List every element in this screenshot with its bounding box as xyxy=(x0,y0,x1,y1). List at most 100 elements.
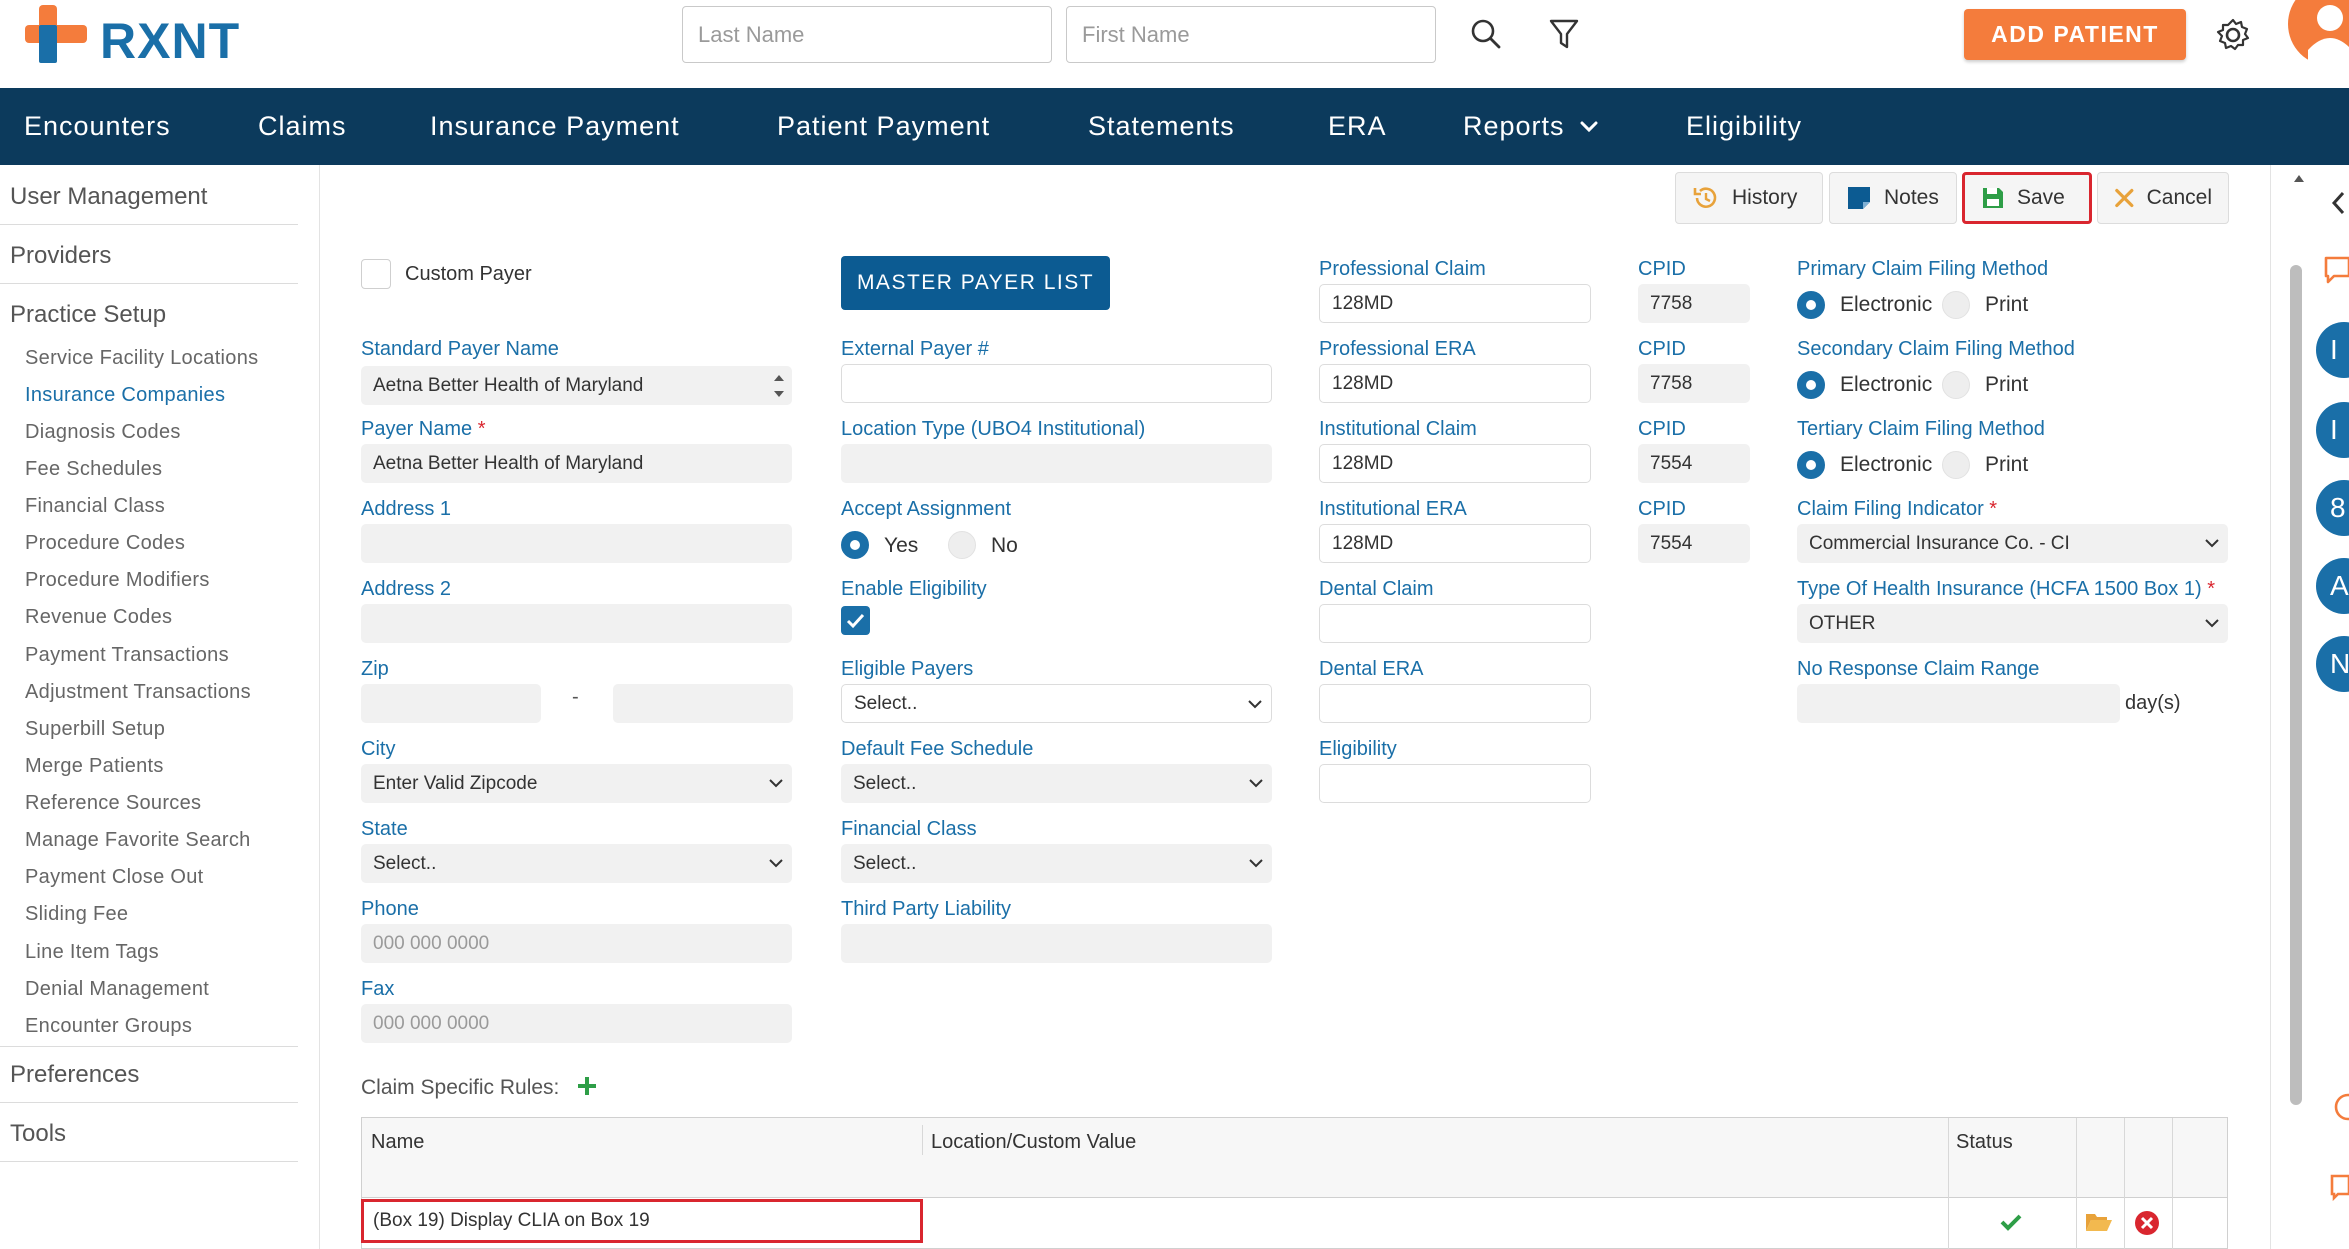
default-fee-schedule-select[interactable]: Select.. xyxy=(841,764,1272,803)
sidebar-item-insurance-companies[interactable]: Insurance Companies xyxy=(25,384,225,407)
spinner-icon[interactable] xyxy=(772,370,786,402)
cancel-button[interactable]: Cancel xyxy=(2097,172,2229,224)
sidebar-item-payment-close-out[interactable]: Payment Close Out xyxy=(25,866,204,889)
avatar[interactable] xyxy=(2272,0,2349,66)
phone-field[interactable]: 000 000 0000 xyxy=(361,924,792,963)
sidebar-group-preferences[interactable]: Preferences xyxy=(10,1061,139,1089)
state-select[interactable]: Select.. xyxy=(361,844,792,883)
sidebar-item-procedure-modifiers[interactable]: Procedure Modifiers xyxy=(25,569,210,592)
nav-reports[interactable]: Reports xyxy=(1463,88,1599,165)
nav-era[interactable]: ERA xyxy=(1328,88,1387,165)
support-icon[interactable] xyxy=(2326,1090,2349,1124)
sidebar-item-manage-favorite-search[interactable]: Manage Favorite Search xyxy=(25,829,251,852)
save-button[interactable]: Save xyxy=(1962,172,2092,224)
professional-era-field[interactable]: 128MD xyxy=(1319,364,1591,403)
nav-eligibility[interactable]: Eligibility xyxy=(1686,88,1802,165)
nav-patient-payment[interactable]: Patient Payment xyxy=(777,88,990,165)
sidebar-item-revenue-codes[interactable]: Revenue Codes xyxy=(25,606,172,629)
eligible-payers-select[interactable]: Select.. xyxy=(841,684,1272,723)
sidebar-item-merge-patients[interactable]: Merge Patients xyxy=(25,755,164,778)
sidebar-item-payment-transactions[interactable]: Payment Transactions xyxy=(25,644,229,667)
sidebar-item-procedure-codes[interactable]: Procedure Codes xyxy=(25,532,185,555)
professional-era-cpid[interactable]: 7758 xyxy=(1638,364,1750,403)
sidebar-item-encounter-groups[interactable]: Encounter Groups xyxy=(25,1015,192,1038)
third-party-liability-field[interactable] xyxy=(841,924,1272,963)
accept-assignment-no-radio[interactable] xyxy=(948,531,976,559)
institutional-era-field[interactable]: 128MD xyxy=(1319,524,1591,563)
payer-name-field[interactable]: Aetna Better Health of Maryland xyxy=(361,444,792,483)
address2-field[interactable] xyxy=(361,604,792,643)
scroll-up-icon[interactable] xyxy=(2292,172,2306,184)
sidebar-group-providers[interactable]: Providers xyxy=(10,242,111,270)
sidebar-item-reference-sources[interactable]: Reference Sources xyxy=(25,792,201,815)
nav-claims[interactable]: Claims xyxy=(258,88,347,165)
no-response-claim-range-field[interactable] xyxy=(1797,684,2120,723)
claim-filing-indicator-select[interactable]: Commercial Insurance Co. - CI xyxy=(1797,524,2228,563)
primary-electronic-radio[interactable] xyxy=(1797,291,1825,319)
financial-class-select[interactable]: Select.. xyxy=(841,844,1272,883)
custom-payer-checkbox[interactable] xyxy=(361,259,391,289)
folder-open-icon[interactable] xyxy=(2085,1211,2113,1233)
sidebar-group-user-management[interactable]: User Management xyxy=(10,183,207,211)
city-select[interactable]: Enter Valid Zipcode xyxy=(361,764,792,803)
sidebar-group-tools[interactable]: Tools xyxy=(10,1120,66,1148)
sidebar-group-practice-setup[interactable]: Practice Setup xyxy=(10,301,166,329)
filter-icon[interactable] xyxy=(1544,14,1584,54)
history-button[interactable]: History xyxy=(1675,172,1823,224)
institutional-era-cpid[interactable]: 7554 xyxy=(1638,524,1750,563)
eligibility-field[interactable] xyxy=(1319,764,1591,803)
institutional-claim-cpid[interactable]: 7554 xyxy=(1638,444,1750,483)
delete-icon[interactable] xyxy=(2134,1210,2160,1236)
primary-print-radio[interactable] xyxy=(1942,291,1970,319)
address1-field[interactable] xyxy=(361,524,792,563)
nav-insurance-payment[interactable]: Insurance Payment xyxy=(430,88,680,165)
accept-assignment-yes-radio[interactable] xyxy=(841,531,869,559)
master-payer-list-button[interactable]: MASTER PAYER LIST xyxy=(841,256,1110,310)
nav-encounters[interactable]: Encounters xyxy=(24,88,171,165)
sidebar-item-fee-schedules[interactable]: Fee Schedules xyxy=(25,458,162,481)
sidebar-item-adjustment-transactions[interactable]: Adjustment Transactions xyxy=(25,681,251,704)
table-row-value-cell[interactable] xyxy=(924,1199,1948,1243)
sidebar-item-service-facility-locations[interactable]: Service Facility Locations xyxy=(25,347,258,370)
sidebar-item-superbill-setup[interactable]: Superbill Setup xyxy=(25,718,165,741)
default-fee-schedule-label: Default Fee Schedule xyxy=(841,738,1034,760)
chat-icon[interactable] xyxy=(2322,254,2349,286)
professional-claim-field[interactable]: 128MD xyxy=(1319,284,1591,323)
last-name-input[interactable] xyxy=(682,6,1052,63)
fax-field[interactable]: 000 000 0000 xyxy=(361,1004,792,1043)
sidebar-item-financial-class[interactable]: Financial Class xyxy=(25,495,165,518)
secondary-print-radio[interactable] xyxy=(1942,371,1970,399)
first-name-input[interactable] xyxy=(1066,6,1436,63)
standard-payer-name-field[interactable]: Aetna Better Health of Maryland xyxy=(361,366,792,405)
tertiary-electronic-radio[interactable] xyxy=(1797,451,1825,479)
feedback-icon[interactable] xyxy=(2326,1170,2349,1204)
sidebar-item-sliding-fee[interactable]: Sliding Fee xyxy=(25,903,128,926)
sidebar-item-denial-management[interactable]: Denial Management xyxy=(25,978,209,1001)
address2-label: Address 2 xyxy=(361,578,452,600)
status-check-icon xyxy=(2000,1214,2022,1231)
zip-ext-field[interactable] xyxy=(613,684,793,723)
add-patient-button[interactable]: ADD PATIENT xyxy=(1964,9,2186,60)
dental-claim-field[interactable] xyxy=(1319,604,1591,643)
secondary-electronic-radio[interactable] xyxy=(1797,371,1825,399)
tertiary-print-radio[interactable] xyxy=(1942,451,1970,479)
table-row-name-cell[interactable]: (Box 19) Display CLIA on Box 19 xyxy=(361,1199,923,1243)
nav-statements[interactable]: Statements xyxy=(1088,88,1235,165)
scrollbar[interactable] xyxy=(2290,265,2302,1105)
search-icon[interactable] xyxy=(1466,14,1506,54)
add-rule-icon[interactable] xyxy=(576,1075,598,1097)
enable-eligibility-checkbox[interactable] xyxy=(841,606,870,635)
notes-button[interactable]: Notes xyxy=(1829,172,1957,224)
institutional-claim-field[interactable]: 128MD xyxy=(1319,444,1591,483)
collapse-panel-icon[interactable] xyxy=(2330,190,2346,216)
sidebar-item-line-item-tags[interactable]: Line Item Tags xyxy=(25,941,159,964)
zip-field[interactable] xyxy=(361,684,541,723)
type-of-health-insurance-select[interactable]: OTHER xyxy=(1797,604,2228,643)
gear-icon[interactable] xyxy=(2212,14,2254,56)
location-type-field[interactable] xyxy=(841,444,1272,483)
professional-claim-cpid[interactable]: 7758 xyxy=(1638,284,1750,323)
notes-icon xyxy=(1848,187,1870,209)
dental-era-field[interactable] xyxy=(1319,684,1591,723)
sidebar-item-diagnosis-codes[interactable]: Diagnosis Codes xyxy=(25,421,181,444)
external-payer-field[interactable] xyxy=(841,364,1272,403)
